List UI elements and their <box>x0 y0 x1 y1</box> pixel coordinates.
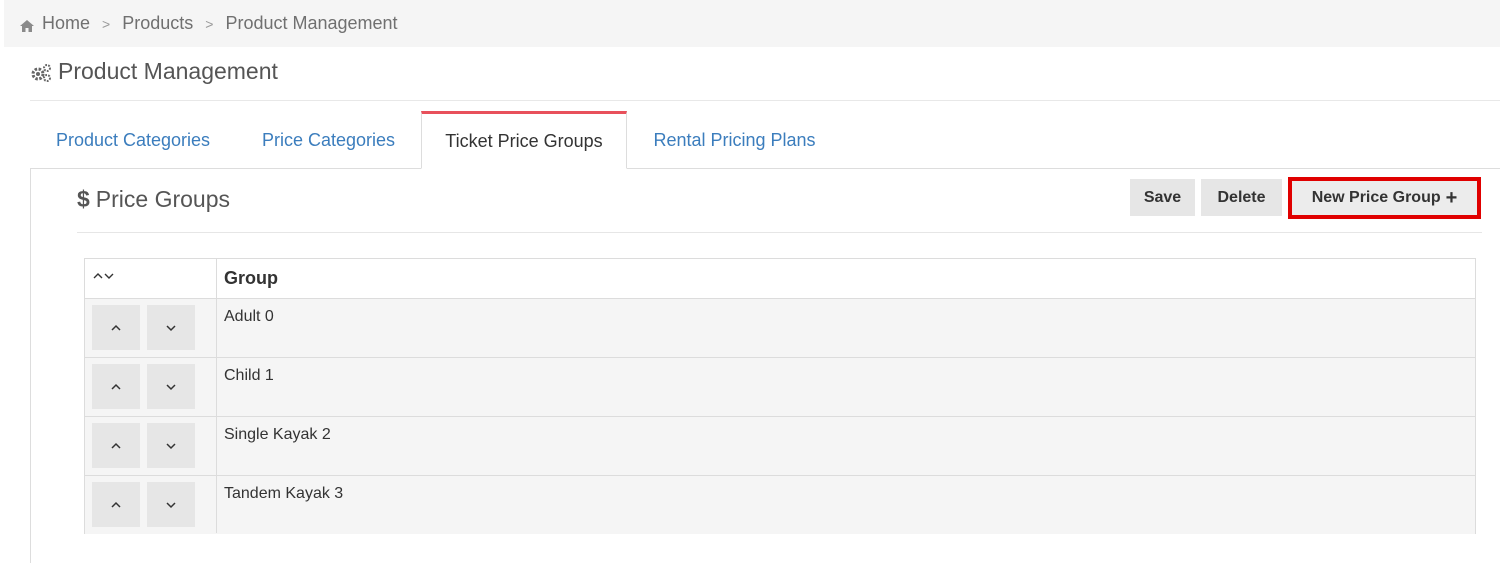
tab-rental-pricing-plans[interactable]: Rental Pricing Plans <box>627 111 842 169</box>
tab-bar: Product Categories Price Categories Tick… <box>30 111 1500 169</box>
plus-icon: + <box>1445 186 1458 209</box>
page-title: Product Management <box>30 58 278 85</box>
delete-button[interactable]: Delete <box>1201 179 1282 216</box>
chevron-up-icon <box>111 383 121 390</box>
table-row[interactable]: Adult 0 <box>85 298 1475 357</box>
save-button[interactable]: Save <box>1130 179 1195 216</box>
table-row[interactable]: Single Kayak 2 <box>85 416 1475 475</box>
chevron-down-icon <box>166 442 176 449</box>
chevron-down-icon <box>166 383 176 390</box>
table-row[interactable]: Tandem Kayak 3 <box>85 475 1475 534</box>
sort-icon[interactable] <box>93 270 115 285</box>
section-divider <box>77 232 1482 233</box>
column-divider <box>216 259 217 533</box>
new-price-group-label: New Price Group <box>1311 189 1441 206</box>
chevron-up-icon <box>111 324 121 331</box>
tab-product-categories[interactable]: Product Categories <box>30 111 236 169</box>
breadcrumb: Home > Products > Product Management <box>4 0 1500 47</box>
section-title-text: Price Groups <box>95 186 231 212</box>
breadcrumb-separator: > <box>102 15 111 32</box>
tab-price-categories[interactable]: Price Categories <box>236 111 421 169</box>
breadcrumb-current: Product Management <box>225 13 398 33</box>
page-title-text: Product Management <box>58 58 278 84</box>
move-down-button[interactable] <box>147 423 195 468</box>
price-groups-grid: Group Adult 0 Child 1 Single Kayak 2 Tan… <box>84 258 1476 534</box>
move-up-button[interactable] <box>92 364 140 409</box>
table-row[interactable]: Child 1 <box>85 357 1475 416</box>
chevron-down-icon <box>166 501 176 508</box>
new-price-group-button[interactable]: New Price Group + <box>1288 177 1481 219</box>
section-title: $ Price Groups <box>77 186 230 213</box>
move-down-button[interactable] <box>147 305 195 350</box>
cogs-icon <box>30 62 52 82</box>
home-icon[interactable] <box>19 17 35 32</box>
group-name[interactable]: Adult 0 <box>224 308 274 326</box>
dollar-icon: $ <box>77 186 90 212</box>
group-name[interactable]: Child 1 <box>224 367 274 385</box>
move-up-button[interactable] <box>92 305 140 350</box>
title-divider <box>30 100 1500 101</box>
chevron-up-icon <box>111 501 121 508</box>
move-down-button[interactable] <box>147 364 195 409</box>
group-name[interactable]: Tandem Kayak 3 <box>224 485 343 503</box>
group-column-header[interactable]: Group <box>224 268 278 289</box>
chevron-down-icon <box>166 324 176 331</box>
move-up-button[interactable] <box>92 423 140 468</box>
grid-header: Group <box>85 259 1475 298</box>
breadcrumb-home[interactable]: Home <box>42 13 90 34</box>
chevron-up-icon <box>111 442 121 449</box>
breadcrumb-products[interactable]: Products <box>122 13 193 34</box>
tab-ticket-price-groups[interactable]: Ticket Price Groups <box>421 111 627 169</box>
content-border <box>30 169 31 563</box>
group-name[interactable]: Single Kayak 2 <box>224 426 331 444</box>
breadcrumb-separator: > <box>205 15 214 32</box>
move-up-button[interactable] <box>92 482 140 527</box>
move-down-button[interactable] <box>147 482 195 527</box>
